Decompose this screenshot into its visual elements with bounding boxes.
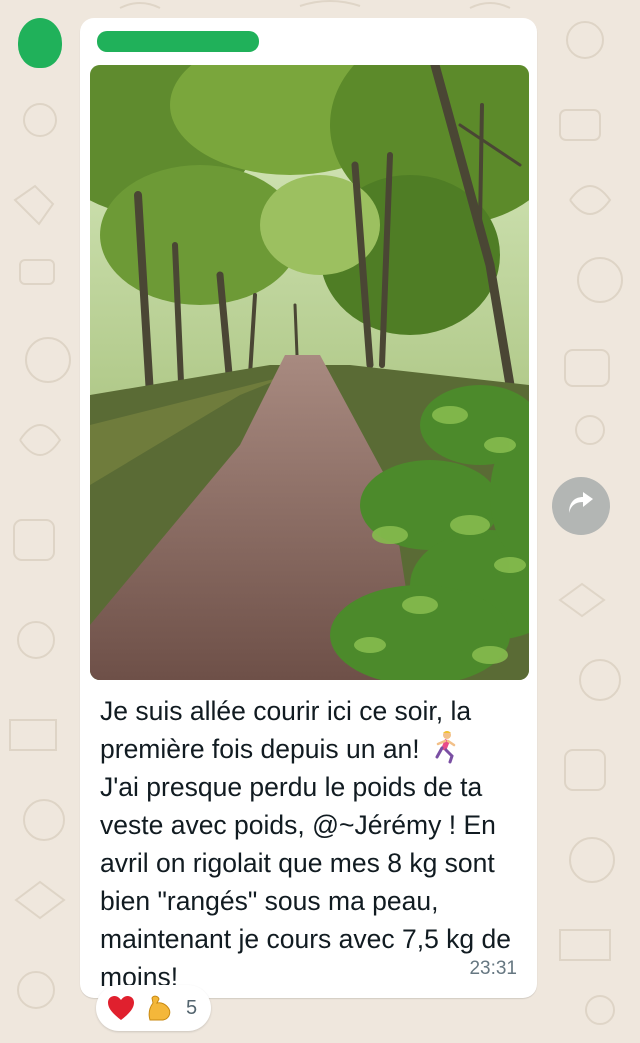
reactions-pill[interactable]: 5 bbox=[96, 985, 212, 1031]
forward-arrow-icon bbox=[565, 491, 597, 522]
forward-button[interactable] bbox=[552, 477, 610, 535]
message-photo[interactable] bbox=[90, 65, 529, 680]
sender-name[interactable] bbox=[97, 31, 259, 52]
woman-running-icon bbox=[427, 730, 461, 764]
message-bubble[interactable]: Je suis allée courir ici ce soir, la pre… bbox=[80, 18, 537, 998]
red-heart-icon bbox=[106, 993, 136, 1023]
message-text: Je suis allée courir ici ce soir, la pre… bbox=[100, 692, 520, 996]
message-caption-continued: J'ai presque perdu le poids de ta veste … bbox=[100, 772, 511, 992]
reaction-count: 5 bbox=[186, 996, 198, 1019]
message-caption: Je suis allée courir ici ce soir, la pre… bbox=[100, 696, 479, 764]
message-timestamp: 23:31 bbox=[469, 958, 517, 979]
sender-avatar[interactable] bbox=[18, 18, 62, 68]
flexed-biceps-icon bbox=[144, 993, 174, 1023]
